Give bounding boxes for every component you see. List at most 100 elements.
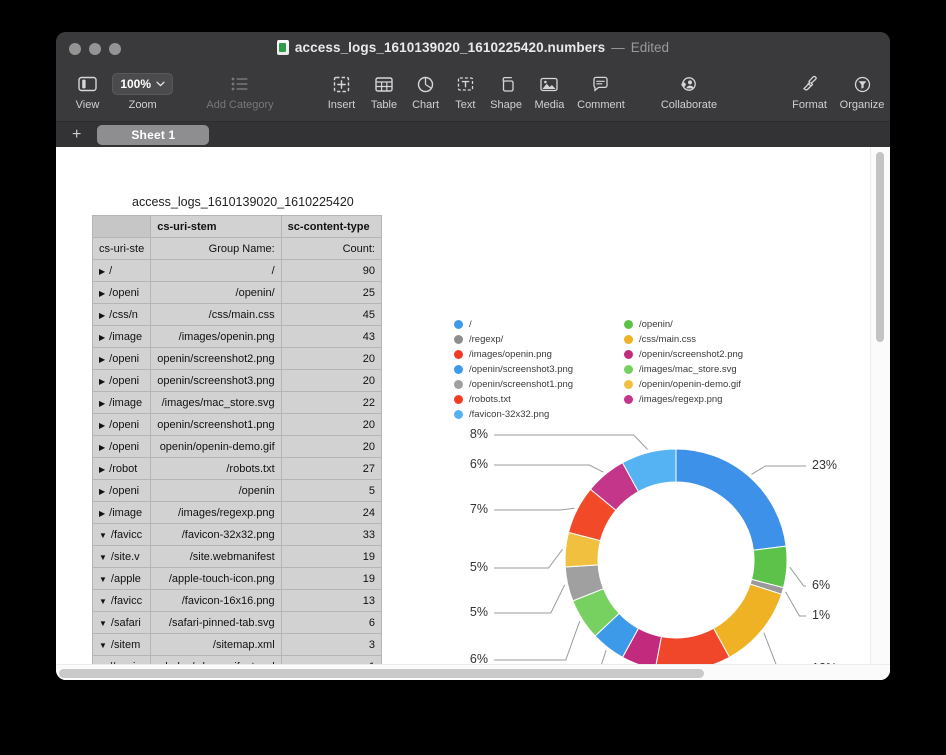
table-row[interactable]: ▶/openi openin/screenshot1.png 20	[91, 413, 383, 436]
toolbar-view-button[interactable]: View	[64, 71, 111, 111]
row-group-name-cell[interactable]: /openin/	[150, 281, 282, 304]
table-row[interactable]: ▼/favicc/favicon-16x16.png 13	[91, 589, 383, 612]
row-count-cell[interactable]: 22	[280, 391, 383, 414]
row-count-cell[interactable]: 45	[280, 303, 383, 326]
table-row[interactable]: ▼/site.v/site.webmanifest 19	[91, 545, 383, 568]
row-disclosure-cell[interactable]: ▼/favicc	[91, 589, 152, 612]
toolbar-table-button[interactable]: Table	[363, 71, 405, 111]
disclosure-triangle-icon[interactable]: ▼	[99, 553, 107, 562]
add-sheet-button[interactable]: +	[68, 126, 85, 143]
table-row[interactable]: ▶/openi openin/screenshot2.png 20	[91, 347, 383, 370]
toolbar-media-button[interactable]: Media	[528, 71, 571, 111]
pie-chart-object[interactable]: / /regexp/ /images/openin.png/openin/scree…	[454, 207, 884, 680]
table-group-header-cs-uri-stem[interactable]: cs-uri-stem	[150, 215, 282, 238]
row-disclosure-cell[interactable]: ▶/openi	[91, 369, 152, 392]
table-corner-cell[interactable]	[91, 215, 152, 238]
row-count-cell[interactable]: 20	[280, 369, 383, 392]
table-row[interactable]: ▶ //90	[91, 259, 383, 282]
row-group-name-cell[interactable]: /site.webmanifest	[150, 545, 282, 568]
disclosure-triangle-icon[interactable]: ▼	[99, 531, 107, 540]
row-count-cell[interactable]: 20	[280, 347, 383, 370]
row-count-cell[interactable]: 33	[280, 523, 383, 546]
row-disclosure-cell[interactable]: ▶/image	[91, 501, 152, 524]
row-count-cell[interactable]: 19	[280, 567, 383, 590]
disclosure-triangle-icon[interactable]: ▶	[99, 355, 105, 364]
disclosure-triangle-icon[interactable]: ▶	[99, 487, 105, 496]
row-disclosure-cell[interactable]: ▶/image	[91, 325, 152, 348]
table-row[interactable]: ▶/openi openin/openin-demo.gif 20	[91, 435, 383, 458]
table-row[interactable]: ▶/image/images/mac_store.svg 22	[91, 391, 383, 414]
row-disclosure-cell[interactable]: ▶/openi	[91, 347, 152, 370]
disclosure-triangle-icon[interactable]: ▼	[99, 641, 107, 650]
row-disclosure-cell[interactable]: ▼/apple	[91, 567, 152, 590]
disclosure-triangle-icon[interactable]: ▶	[99, 333, 105, 342]
row-disclosure-cell[interactable]: ▶/robot	[91, 457, 152, 480]
row-disclosure-cell[interactable]: ▼/favicc	[91, 523, 152, 546]
subheader-count[interactable]: Count:	[280, 237, 383, 260]
disclosure-triangle-icon[interactable]: ▶	[99, 289, 105, 298]
toolbar-chart-button[interactable]: Chart	[405, 71, 447, 111]
donut-segment[interactable]	[675, 448, 787, 551]
row-disclosure-cell[interactable]: ▶/openi	[91, 281, 152, 304]
data-table[interactable]: cs-uri-stem sc-content-type cs-uri-ste Grou…	[91, 215, 383, 678]
table-row[interactable]: ▶/image/images/openin.png 43	[91, 325, 383, 348]
disclosure-triangle-icon[interactable]: ▶	[99, 465, 105, 474]
row-group-name-cell[interactable]: /images/regexp.png	[150, 501, 282, 524]
zoom-percent-dropdown[interactable]: 100%	[112, 71, 174, 97]
row-count-cell[interactable]: 25	[280, 281, 383, 304]
sheet-tab-sheet-1[interactable]: Sheet 1	[97, 124, 210, 145]
row-disclosure-cell[interactable]: ▶/openi	[91, 479, 152, 502]
row-group-name-cell[interactable]: /	[150, 259, 282, 282]
row-count-cell[interactable]: 20	[280, 413, 383, 436]
row-disclosure-cell[interactable]: ▶/openi	[91, 413, 152, 436]
row-count-cell[interactable]: 90	[280, 259, 383, 282]
row-group-name-cell[interactable]: openin/screenshot3.png	[150, 369, 282, 392]
row-disclosure-cell[interactable]: ▶ /	[91, 259, 152, 282]
disclosure-triangle-icon[interactable]: ▶	[99, 267, 105, 276]
row-group-name-cell[interactable]: /openin	[150, 479, 282, 502]
row-group-name-cell[interactable]: /robots.txt	[150, 457, 282, 480]
row-group-name-cell[interactable]: /sitemap.xml	[150, 633, 282, 656]
row-count-cell[interactable]: 27	[280, 457, 383, 480]
disclosure-triangle-icon[interactable]: ▶	[99, 399, 105, 408]
row-group-name-cell[interactable]: openin/screenshot2.png	[150, 347, 282, 370]
toolbar-insert-button[interactable]: Insert	[320, 71, 363, 111]
row-group-name-cell[interactable]: /images/mac_store.svg	[150, 391, 282, 414]
disclosure-triangle-icon[interactable]: ▶	[99, 311, 105, 320]
row-group-name-cell[interactable]: /css/main.css	[150, 303, 282, 326]
toolbar-shape-button[interactable]: Shape	[484, 71, 527, 111]
table-row[interactable]: ▶/image/images/regexp.png 24	[91, 501, 383, 524]
toolbar-collaborate-button[interactable]: Collaborate	[653, 71, 725, 111]
table-row[interactable]: ▼/sitem/sitemap.xml 3	[91, 633, 383, 656]
disclosure-triangle-icon[interactable]: ▼	[99, 597, 107, 606]
disclosure-triangle-icon[interactable]: ▶	[99, 509, 105, 518]
row-disclosure-cell[interactable]: ▼/sitem	[91, 633, 152, 656]
row-group-name-cell[interactable]: /safari-pinned-tab.svg	[150, 611, 282, 634]
toolbar-comment-button[interactable]: Comment	[571, 71, 631, 111]
subheader-group-name[interactable]: Group Name:	[150, 237, 282, 260]
row-count-cell[interactable]: 13	[280, 589, 383, 612]
table-row[interactable]: ▼/favicc/favicon-32x32.png 33	[91, 523, 383, 546]
row-group-name-cell[interactable]: openin/openin-demo.gif	[150, 435, 282, 458]
row-count-cell[interactable]: 6	[280, 611, 383, 634]
horizontal-scrollbar-thumb[interactable]	[59, 669, 704, 678]
row-disclosure-cell[interactable]: ▼/site.v	[91, 545, 152, 568]
disclosure-triangle-icon[interactable]: ▶	[99, 421, 105, 430]
table-group-header-sc-content-type[interactable]: sc-content-type	[280, 215, 383, 238]
horizontal-scrollbar-track[interactable]	[56, 664, 890, 680]
table-row[interactable]: ▶/openi/openin 5	[91, 479, 383, 502]
disclosure-triangle-icon[interactable]: ▼	[99, 575, 107, 584]
disclosure-triangle-icon[interactable]: ▶	[99, 377, 105, 386]
table-row[interactable]: ▶/robot/robots.txt 27	[91, 457, 383, 480]
subheader-cs-uri-stem[interactable]: cs-uri-ste	[91, 237, 152, 260]
row-count-cell[interactable]: 3	[280, 633, 383, 656]
toolbar-text-button[interactable]: Text	[446, 71, 484, 111]
row-group-name-cell[interactable]: /favicon-16x16.png	[150, 589, 282, 612]
row-count-cell[interactable]: 24	[280, 501, 383, 524]
row-disclosure-cell[interactable]: ▼/safari	[91, 611, 152, 634]
row-count-cell[interactable]: 43	[280, 325, 383, 348]
table-row[interactable]: ▼/apple/apple-touch-icon.png 19	[91, 567, 383, 590]
row-disclosure-cell[interactable]: ▶/image	[91, 391, 152, 414]
row-count-cell[interactable]: 19	[280, 545, 383, 568]
table-row[interactable]: ▶/css/n/css/main.css 45	[91, 303, 383, 326]
